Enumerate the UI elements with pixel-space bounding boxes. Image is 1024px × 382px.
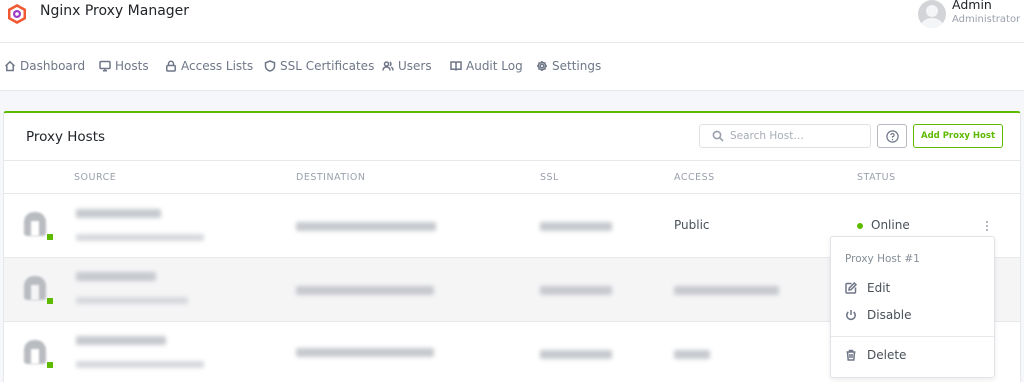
access-value — [674, 286, 779, 295]
column-header-source[interactable]: SOURCE — [74, 172, 116, 183]
source-created — [76, 361, 204, 368]
access-value: Public — [674, 218, 710, 232]
nav-audit-log[interactable]: Audit Log — [450, 59, 523, 73]
nav-hosts[interactable]: Hosts — [99, 59, 149, 73]
column-header-destination[interactable]: DESTINATION — [296, 172, 366, 183]
row-menu-icon[interactable] — [985, 221, 989, 233]
power-icon — [846, 310, 856, 321]
nav-access-lists[interactable]: Access Lists — [165, 59, 253, 73]
destination-value — [296, 348, 434, 357]
search-box[interactable] — [699, 124, 871, 148]
card-title: Proxy Hosts — [26, 129, 106, 145]
source-domain — [76, 336, 166, 345]
user-role: Administrator — [952, 14, 1021, 25]
user-avatar[interactable] — [918, 0, 946, 28]
gear-icon — [537, 61, 547, 71]
dropdown-header: Proxy Host #1 — [845, 253, 920, 265]
search-input[interactable] — [730, 128, 865, 144]
nav-ssl-certificates[interactable]: SSL Certificates — [264, 59, 374, 73]
trash-icon — [846, 349, 856, 361]
app-title[interactable]: Nginx Proxy Manager — [40, 3, 189, 19]
app-header: Nginx Proxy Manager Admin Administrator — [0, 0, 1024, 43]
shield-icon — [264, 60, 276, 72]
add-proxy-host-button[interactable]: Add Proxy Host — [913, 124, 1003, 148]
status-online-icon — [857, 223, 863, 229]
divider — [4, 160, 1020, 161]
search-icon — [712, 130, 724, 142]
edit-menu-item[interactable]: Edit — [845, 281, 890, 295]
destination-value — [296, 286, 434, 295]
host-avatar — [24, 276, 53, 304]
source-domain — [76, 272, 156, 281]
column-header-status[interactable]: STATUS — [857, 172, 896, 183]
host-avatar — [24, 212, 53, 240]
status-value: Online — [871, 218, 910, 232]
help-button[interactable] — [877, 124, 907, 148]
nav-settings[interactable]: Settings — [536, 59, 601, 73]
disable-menu-item[interactable]: Disable — [845, 308, 912, 322]
source-created — [76, 234, 204, 241]
app-logo-icon[interactable] — [6, 3, 28, 25]
edit-icon — [845, 282, 857, 294]
nav-dashboard[interactable]: Dashboard — [4, 59, 85, 73]
source-domain — [76, 209, 161, 218]
book-icon — [450, 61, 462, 71]
user-name[interactable]: Admin — [952, 0, 992, 12]
access-value — [674, 350, 710, 359]
source-created — [76, 297, 188, 304]
row-actions-dropdown: Proxy Host #1 Edit Disable Delete — [830, 236, 995, 378]
ssl-value — [540, 286, 612, 295]
host-avatar — [24, 340, 53, 368]
column-header-access[interactable]: ACCESS — [674, 172, 715, 183]
help-icon — [886, 130, 899, 143]
main-nav: Dashboard Hosts Access Lists SSL Certifi… — [0, 43, 1024, 91]
column-header-ssl[interactable]: SSL — [540, 172, 559, 183]
ssl-value — [540, 222, 612, 231]
destination-value — [296, 222, 436, 231]
delete-menu-item[interactable]: Delete — [845, 348, 906, 362]
monitor-icon — [99, 60, 111, 72]
lock-icon — [166, 60, 176, 72]
ssl-value — [540, 350, 612, 359]
home-icon — [4, 60, 16, 72]
divider — [831, 336, 994, 337]
nav-users[interactable]: Users — [382, 59, 432, 73]
users-icon — [382, 61, 394, 71]
